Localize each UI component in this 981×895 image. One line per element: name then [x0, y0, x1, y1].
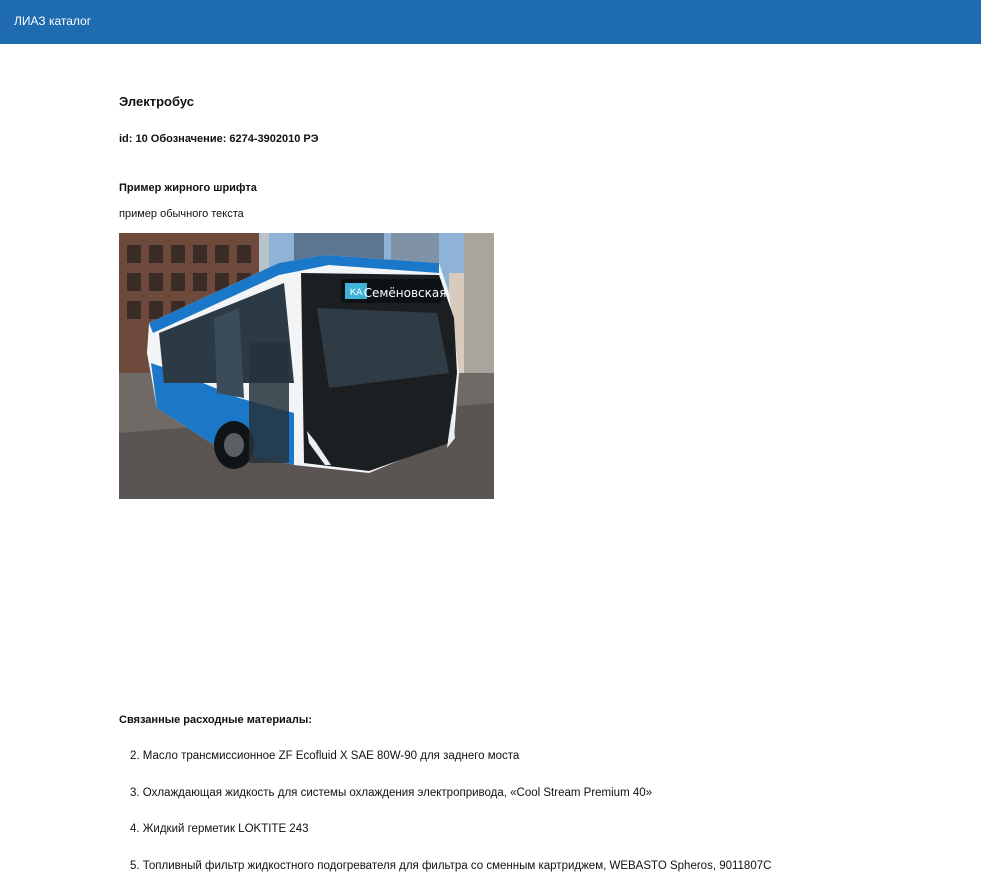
list-item[interactable]: 5. Топливный фильтр жидкостного подогрев…: [130, 859, 771, 873]
list-item[interactable]: 2. Масло трансмиссионное ZF Ecofluid X S…: [130, 749, 771, 763]
list-item[interactable]: 4. Жидкий герметик LOKTITE 243: [130, 822, 771, 836]
brand-link[interactable]: ЛИАЗ каталог: [14, 14, 91, 28]
related-consumables-heading: Связанные расходные материалы:: [119, 714, 312, 726]
svg-text:КА: КА: [350, 288, 363, 298]
product-image: КА Семёновская: [119, 233, 494, 499]
consumables-list: 2. Масло трансмиссионное ZF Ecofluid X S…: [130, 749, 771, 895]
product-title: Электробус: [119, 94, 194, 109]
list-item[interactable]: 3. Охлаждающая жидкость для системы охла…: [130, 786, 771, 800]
product-id-line: id: 10 Обозначение: 6274-3902010 РЭ: [119, 133, 319, 145]
normal-text-sample: пример обычного текста: [119, 208, 244, 220]
top-navbar: ЛИАЗ каталог: [0, 0, 981, 44]
bold-text-sample: Пример жирного шрифта: [119, 182, 257, 194]
svg-text:Семёновская: Семёновская: [364, 286, 447, 300]
